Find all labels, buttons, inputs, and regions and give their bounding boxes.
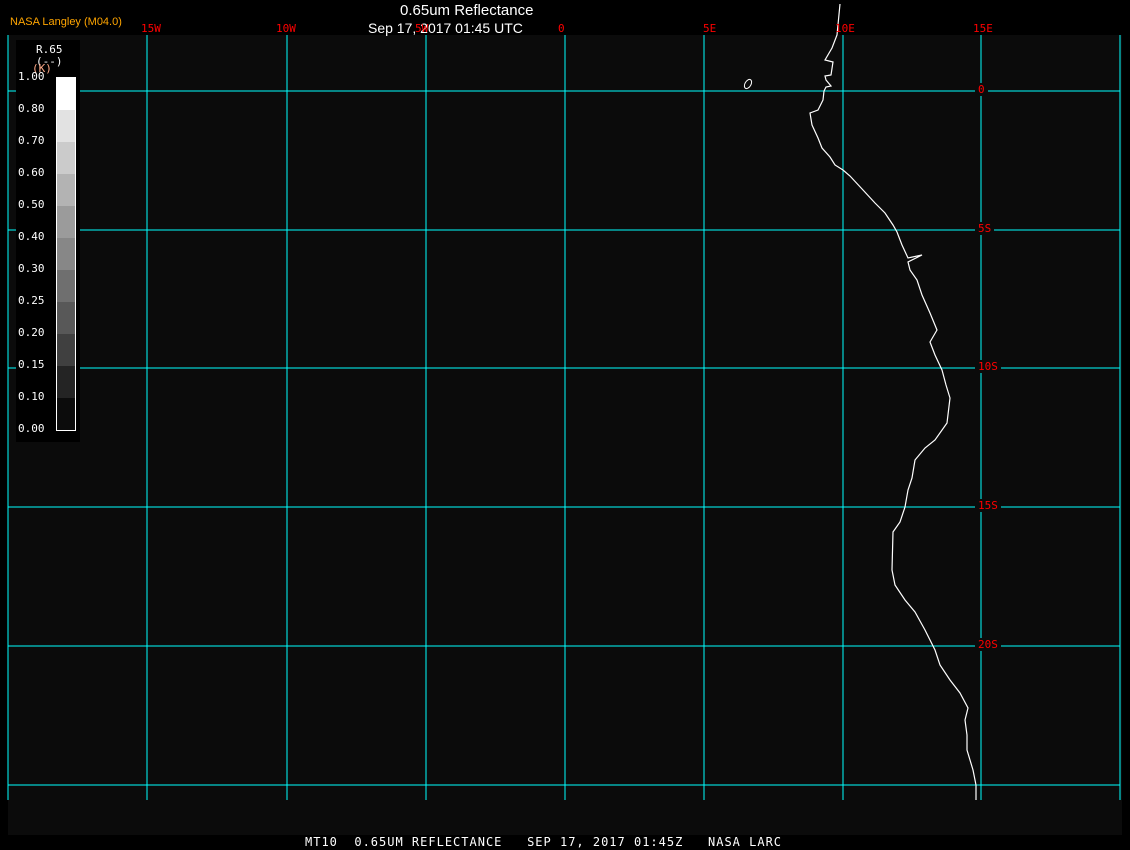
legend-swatch: [57, 206, 75, 238]
legend-swatch: [57, 398, 75, 430]
legend-swatch: [57, 270, 75, 302]
legend-tick-label: 1.00: [18, 70, 45, 83]
lon-label: 5E: [703, 22, 717, 35]
legend-color-bar: [56, 77, 76, 431]
brand-label: NASA Langley (M04.0): [10, 16, 122, 28]
legend-swatch: [57, 110, 75, 142]
lon-label: 5W: [415, 22, 429, 35]
map-datetime: Sep 17, 2017 01:45 UTC: [368, 20, 523, 36]
legend-tick-label: 0.60: [18, 166, 45, 179]
legend-tick-label: 0.50: [18, 198, 45, 211]
legend-swatch: [57, 174, 75, 206]
legend-tick-label: 0.00: [18, 422, 45, 435]
lon-label: 15E: [973, 22, 993, 35]
map-title: 0.65um Reflectance: [400, 2, 534, 19]
legend-tick-label: 0.70: [18, 134, 45, 147]
legend-tick-label: 0.40: [18, 230, 45, 243]
lon-label: 0: [558, 22, 565, 35]
lat-label: 0: [975, 83, 988, 96]
legend-swatch: [57, 366, 75, 398]
legend-swatch: [57, 238, 75, 270]
lat-label: 15S: [975, 499, 1001, 512]
legend-tick-label: 0.20: [18, 326, 45, 339]
lat-label: 10S: [975, 360, 1001, 373]
lon-label: 10W: [276, 22, 296, 35]
legend-tick-label: 0.10: [18, 390, 45, 403]
lon-label: 15W: [141, 22, 161, 35]
footer-caption: MT10 0.65UM REFLECTANCE SEP 17, 2017 01:…: [305, 835, 783, 849]
legend-tick-label: 0.25: [18, 294, 45, 307]
legend-swatch: [57, 334, 75, 366]
color-legend: R.65 (--) (K) 1.00 0.80 0.70 0.60 0.50 0.40 0.…: [16, 40, 80, 442]
legend-tick-label: 0.30: [18, 262, 45, 275]
legend-swatch: [57, 302, 75, 334]
legend-tick-label: 0.15: [18, 358, 45, 371]
legend-tick-label: 0.80: [18, 102, 45, 115]
lat-label: 20S: [975, 638, 1001, 651]
legend-swatch: [57, 142, 75, 174]
lon-label: 10E: [835, 22, 855, 35]
legend-swatch: [57, 78, 75, 110]
satellite-map: [7, 3, 1122, 835]
lat-label: 5S: [975, 222, 995, 235]
